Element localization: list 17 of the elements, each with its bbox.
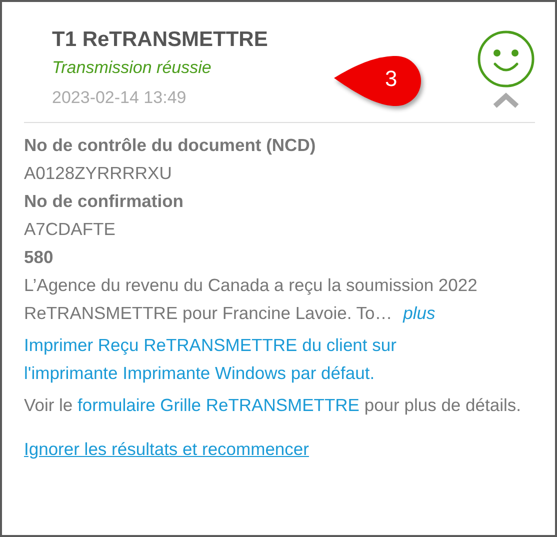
field-value: A7CDAFTE [24,218,116,241]
collapse-button[interactable] [493,92,519,108]
callout-badge: 3 [332,54,422,108]
print-receipt-link[interactable]: Imprimer Reçu ReTRANSMETTRE du client sur l'imprimante Imprimante Windows par défaut. [24,331,494,387]
form-note: Voir le formulaire Grille ReTRANSMETTRE pour plus de détails. [24,394,522,417]
status-text: Transmission réussie [52,58,212,78]
more-link[interactable]: plus [403,303,436,323]
form-link[interactable]: formulaire Grille ReTRANSMETTRE [78,395,360,415]
reset-link[interactable]: Ignorer les résultats et recommencer [24,435,309,463]
field-label: No de confirmation [24,190,184,213]
smiley-icon [477,30,535,88]
field-value: A0128ZYRRRRXU [24,162,173,185]
confirmation-message: L’Agence du revenu du Canada a reçu la soumission 2022 ReTRANSMETTRE pour Francine Lavoie. To… plus [24,274,478,325]
return-title: T1 ReTRANSMETTRE [52,28,268,52]
field-label: No de contrôle du document (NCD) [24,134,317,157]
field-label: 580 [24,246,54,269]
timestamp: 2023-02-14 13:49 [52,88,188,108]
